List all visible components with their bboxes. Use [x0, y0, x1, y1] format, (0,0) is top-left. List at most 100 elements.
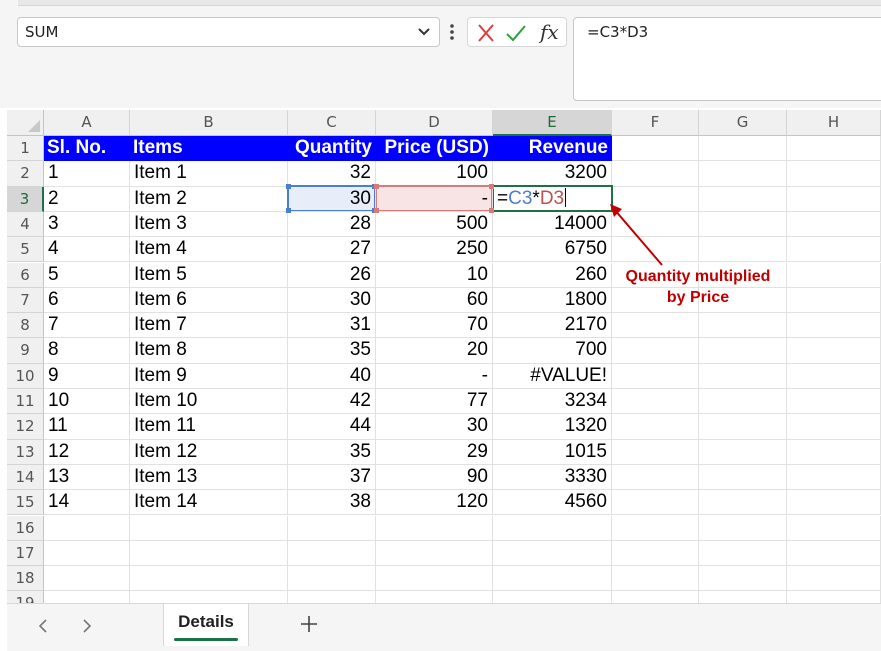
cell-e11[interactable]: 3234	[493, 389, 612, 415]
row-header-17[interactable]: 17	[7, 540, 44, 567]
cell-e17[interactable]	[493, 540, 612, 567]
cell-f14[interactable]	[612, 464, 699, 491]
cell-c5[interactable]: 27	[288, 237, 376, 263]
row-header-9[interactable]: 9	[7, 338, 44, 364]
cell-f18[interactable]	[612, 566, 699, 592]
cell-c8[interactable]: 31	[288, 313, 376, 339]
row-header-18[interactable]: 18	[7, 566, 44, 592]
cell-b5[interactable]: Item 4	[130, 237, 288, 263]
cell-e2[interactable]: 3200	[493, 161, 612, 187]
cell-h3[interactable]	[787, 186, 881, 212]
cell-a4[interactable]: 3	[44, 211, 130, 238]
cell-c4[interactable]: 28	[288, 211, 376, 238]
cell-b6[interactable]: Item 5	[130, 262, 288, 288]
cell-c3[interactable]: 30	[288, 186, 376, 212]
cell-h16[interactable]	[787, 515, 881, 541]
cell-c14[interactable]: 37	[288, 464, 376, 491]
cell-b12[interactable]: Item 11	[130, 414, 288, 440]
cell-a2[interactable]: 1	[44, 161, 130, 187]
chevron-right-icon[interactable]	[79, 616, 95, 636]
cell-c9[interactable]: 35	[288, 338, 376, 364]
cell-f1[interactable]	[612, 136, 699, 162]
cell-d9[interactable]: 20	[376, 338, 493, 364]
chevron-down-icon[interactable]	[417, 24, 431, 40]
cell-g8[interactable]	[699, 313, 787, 339]
cell-c2[interactable]: 32	[288, 161, 376, 187]
cell-h12[interactable]	[787, 414, 881, 440]
more-options-icon[interactable]	[449, 23, 455, 41]
name-box[interactable]: SUM	[17, 17, 440, 47]
cell-b14[interactable]: Item 13	[130, 464, 288, 491]
cell-d18[interactable]	[376, 566, 493, 592]
cell-g2[interactable]	[699, 161, 787, 187]
cell-g16[interactable]	[699, 515, 787, 541]
cell-b9[interactable]: Item 8	[130, 338, 288, 364]
cell-d11[interactable]: 77	[376, 389, 493, 415]
chevron-left-icon[interactable]	[35, 616, 51, 636]
cell-b3[interactable]: Item 2	[130, 186, 288, 212]
cell-e15[interactable]: 4560	[493, 490, 612, 516]
fx-icon[interactable]: fx	[540, 20, 559, 44]
row-header-7[interactable]: 7	[7, 287, 44, 314]
cell-a7[interactable]: 6	[44, 287, 130, 314]
header-cell-c[interactable]: Quantity	[288, 136, 376, 162]
cell-g13[interactable]	[699, 439, 787, 465]
row-header-8[interactable]: 8	[7, 313, 44, 339]
cell-c16[interactable]	[288, 515, 376, 541]
cell-a16[interactable]	[44, 515, 130, 541]
column-header-f[interactable]: F	[612, 110, 699, 136]
row-header-4[interactable]: 4	[7, 211, 44, 238]
cell-d13[interactable]: 29	[376, 439, 493, 465]
cell-a10[interactable]: 9	[44, 363, 130, 389]
cell-g5[interactable]	[699, 237, 787, 263]
cell-c11[interactable]: 42	[288, 389, 376, 415]
sheet-tab-details[interactable]: Details	[163, 604, 249, 646]
cell-b18[interactable]	[130, 566, 288, 592]
range-handle[interactable]	[489, 208, 494, 213]
range-handle[interactable]	[374, 208, 379, 213]
cell-b17[interactable]	[130, 540, 288, 567]
row-header-13[interactable]: 13	[7, 439, 44, 465]
row-header-1[interactable]: 1	[7, 136, 44, 162]
row-header-11[interactable]: 11	[7, 389, 44, 415]
cell-b10[interactable]: Item 9	[130, 363, 288, 389]
cell-c18[interactable]	[288, 566, 376, 592]
cell-g18[interactable]	[699, 566, 787, 592]
cell-c7[interactable]: 30	[288, 287, 376, 314]
cell-g15[interactable]	[699, 490, 787, 516]
cell-b8[interactable]: Item 7	[130, 313, 288, 339]
cell-f16[interactable]	[612, 515, 699, 541]
cell-e5[interactable]: 6750	[493, 237, 612, 263]
cell-f8[interactable]	[612, 313, 699, 339]
cell-c13[interactable]: 35	[288, 439, 376, 465]
cell-h7[interactable]	[787, 287, 881, 314]
cell-e6[interactable]: 260	[493, 262, 612, 288]
active-cell-e3[interactable]: =C3*D3	[492, 185, 613, 212]
cell-g14[interactable]	[699, 464, 787, 491]
cell-g12[interactable]	[699, 414, 787, 440]
cell-h15[interactable]	[787, 490, 881, 516]
cell-f2[interactable]	[612, 161, 699, 187]
cell-e16[interactable]	[493, 515, 612, 541]
cell-g3[interactable]	[699, 186, 787, 212]
cell-h9[interactable]	[787, 338, 881, 364]
cell-e10[interactable]: #VALUE!	[493, 363, 612, 389]
cell-b11[interactable]: Item 10	[130, 389, 288, 415]
cell-f12[interactable]	[612, 414, 699, 440]
cell-a3[interactable]: 2	[44, 186, 130, 212]
formula-bar[interactable]: =C3*D3	[573, 17, 881, 101]
cell-a13[interactable]: 12	[44, 439, 130, 465]
row-header-14[interactable]: 14	[7, 464, 44, 491]
cell-g10[interactable]	[699, 363, 787, 389]
column-header-a[interactable]: A	[44, 110, 130, 136]
cell-f11[interactable]	[612, 389, 699, 415]
range-handle[interactable]	[374, 184, 379, 189]
cell-e12[interactable]: 1320	[493, 414, 612, 440]
cell-e4[interactable]: 14000	[493, 211, 612, 238]
cell-h10[interactable]	[787, 363, 881, 389]
cell-a14[interactable]: 13	[44, 464, 130, 491]
plus-icon[interactable]	[299, 614, 319, 634]
cell-h1[interactable]	[787, 136, 881, 162]
cell-d15[interactable]: 120	[376, 490, 493, 516]
cell-g9[interactable]	[699, 338, 787, 364]
